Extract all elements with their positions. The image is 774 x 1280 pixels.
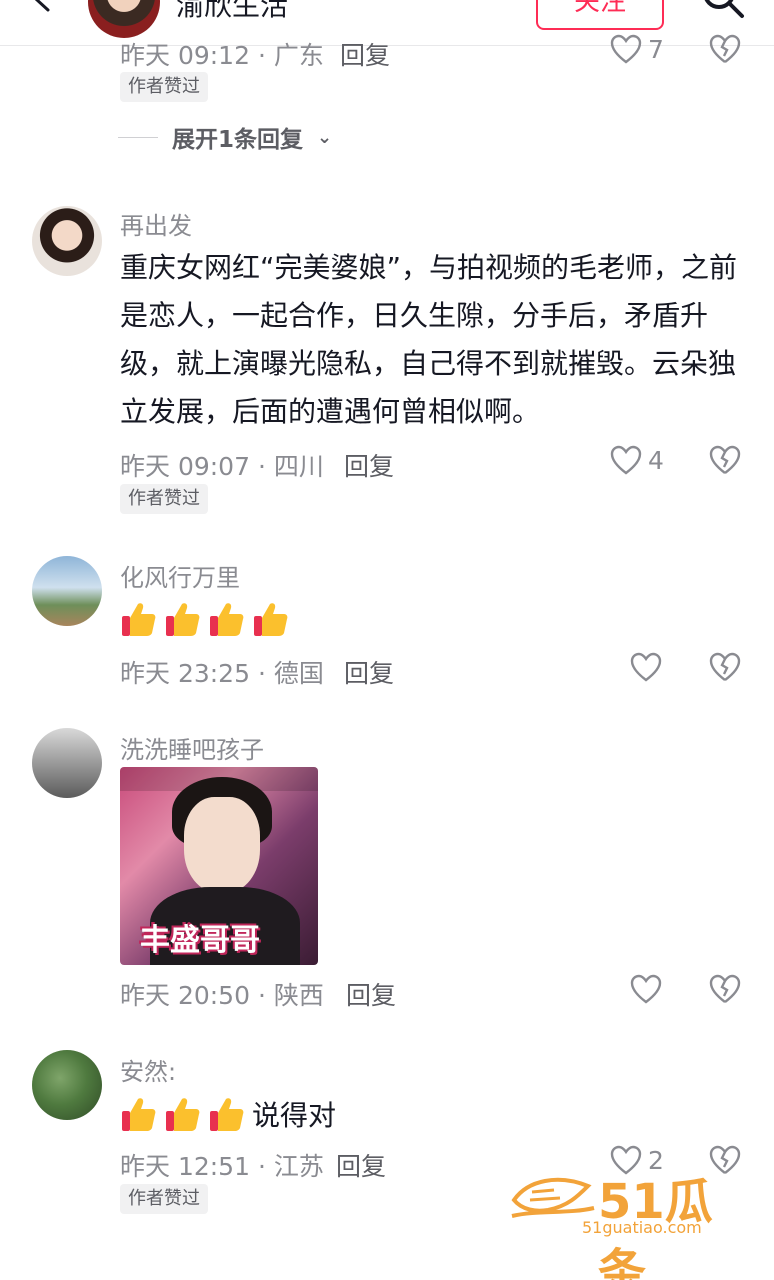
broken-heart-icon[interactable] <box>708 445 742 475</box>
reply-button[interactable]: 回复 <box>344 654 394 690</box>
reply-button[interactable]: 回复 <box>344 447 394 483</box>
thumbs-up-emoji-icon <box>254 603 288 636</box>
like-count: 7 <box>648 34 664 64</box>
thumbs-up-emoji-icon <box>166 1098 200 1131</box>
commenter-name[interactable]: 洗洗睡吧孩子 <box>120 730 264 765</box>
like-button[interactable]: 4 <box>610 445 664 475</box>
commenter-name[interactable]: 化风行万里 <box>120 558 240 593</box>
like-button[interactable] <box>630 974 662 1004</box>
comment-meta: 昨天 20:50 · 陕西 <box>120 981 324 1010</box>
author-liked-badge: 作者赞过 <box>120 484 208 514</box>
thumbs-up-emoji-icon <box>122 1098 156 1131</box>
thumbs-up-emoji-icon <box>166 603 200 636</box>
chevron-down-icon: ⌄ <box>317 126 333 148</box>
reply-button[interactable]: 回复 <box>336 1147 386 1183</box>
author-avatar[interactable] <box>88 0 160 38</box>
image-figure-face <box>184 797 260 893</box>
emoji-row: 说得对 <box>120 1094 336 1134</box>
comment-text: 重庆女网红“完美婆娘”，与拍视频的毛老师，之前是恋人，一起合作，日久生隙，分手后… <box>120 251 738 428</box>
expand-replies-button[interactable]: 展开1条回复 ⌄ <box>118 120 332 154</box>
comment-meta: 昨天 12:51 · 江苏 <box>120 1152 324 1181</box>
comment-text: 说得对 <box>252 1099 337 1132</box>
author-name[interactable]: 渝欣生活 <box>176 0 288 24</box>
expand-replies-label: 展开1条回复 <box>172 127 304 153</box>
author-liked-badge: 作者赞过 <box>120 1184 208 1214</box>
heart-icon <box>610 34 642 64</box>
broken-heart-icon[interactable] <box>708 652 742 682</box>
heart-icon <box>610 445 642 475</box>
heart-icon <box>630 652 662 682</box>
thumbs-up-emoji-icon <box>210 1098 244 1131</box>
search-icon[interactable] <box>700 0 746 20</box>
like-count: 4 <box>648 445 664 475</box>
watermark-logo: 51瓜条 51guatiao.com <box>508 1162 748 1280</box>
emoji-row <box>120 600 288 638</box>
follow-button[interactable]: 关注 <box>536 0 664 30</box>
thumbs-up-emoji-icon <box>122 603 156 636</box>
like-button[interactable] <box>630 652 662 682</box>
reply-button[interactable]: 回复 <box>340 36 390 72</box>
broken-heart-icon[interactable] <box>708 34 742 64</box>
reply-button[interactable]: 回复 <box>346 976 396 1012</box>
watermark-site: 51guatiao.com <box>582 1218 702 1237</box>
avatar[interactable] <box>32 728 102 798</box>
comment-meta: 昨天 09:07 · 四川 <box>120 452 324 481</box>
divider <box>118 136 158 138</box>
comment-meta: 昨天 09:12 · 广东 <box>120 41 324 70</box>
thumbs-up-emoji-icon <box>210 603 244 636</box>
commenter-name[interactable]: 安然: <box>120 1052 176 1087</box>
avatar[interactable] <box>32 1050 102 1120</box>
comment-meta: 昨天 23:25 · 德国 <box>120 659 324 688</box>
heart-icon <box>630 974 662 1004</box>
fish-logo-icon <box>511 1177 595 1218</box>
image-caption: 丰盛哥哥 <box>140 923 260 958</box>
like-button[interactable]: 7 <box>610 34 664 64</box>
comment-image[interactable]: 丰盛哥哥 <box>120 767 318 965</box>
commenter-name[interactable]: 再出发 <box>120 206 192 241</box>
broken-heart-icon[interactable] <box>708 974 742 1004</box>
author-liked-badge: 作者赞过 <box>120 72 208 102</box>
avatar[interactable] <box>32 556 102 626</box>
avatar[interactable] <box>32 206 102 276</box>
back-arrow-icon[interactable] <box>30 0 56 12</box>
